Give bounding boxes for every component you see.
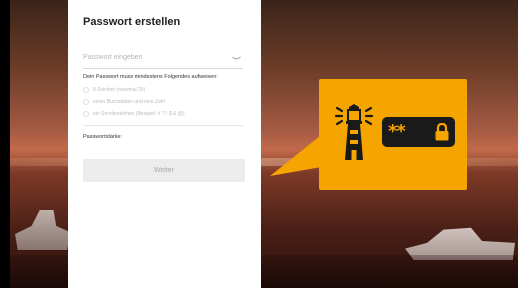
masked-password-box: ** <box>382 117 455 147</box>
lock-icon <box>435 123 449 141</box>
create-password-panel: Passwort erstellen Passwort eingeben Dei… <box>68 0 261 288</box>
continue-button[interactable]: Weiter <box>83 159 245 182</box>
password-placeholder: Passwort eingeben <box>83 54 143 61</box>
check-circle-icon <box>83 98 89 105</box>
requirement-item: 8 Zeichen (maximal 20) <box>83 86 145 94</box>
password-input[interactable]: Passwort eingeben <box>83 52 243 69</box>
eye-icon[interactable] <box>232 56 241 61</box>
check-circle-icon <box>83 86 89 93</box>
screen: Passwort erstellen Passwort eingeben Dei… <box>0 0 518 288</box>
page-title: Passwort erstellen <box>83 16 181 28</box>
requirement-item: ein Sonderzeichen (Beispiel: # ? ! $ & @… <box>83 110 185 118</box>
lighthouse-icon <box>334 104 374 160</box>
divider <box>83 125 243 126</box>
requirements-heading: Dein Passwort muss mindestens Folgendes … <box>83 74 218 80</box>
password-strength-label: Passwortstärke: <box>83 134 123 140</box>
masked-password: ** <box>388 121 406 142</box>
requirement-item: einen Buchstaben und eine Zahl <box>83 98 165 106</box>
check-circle-icon <box>83 110 89 117</box>
